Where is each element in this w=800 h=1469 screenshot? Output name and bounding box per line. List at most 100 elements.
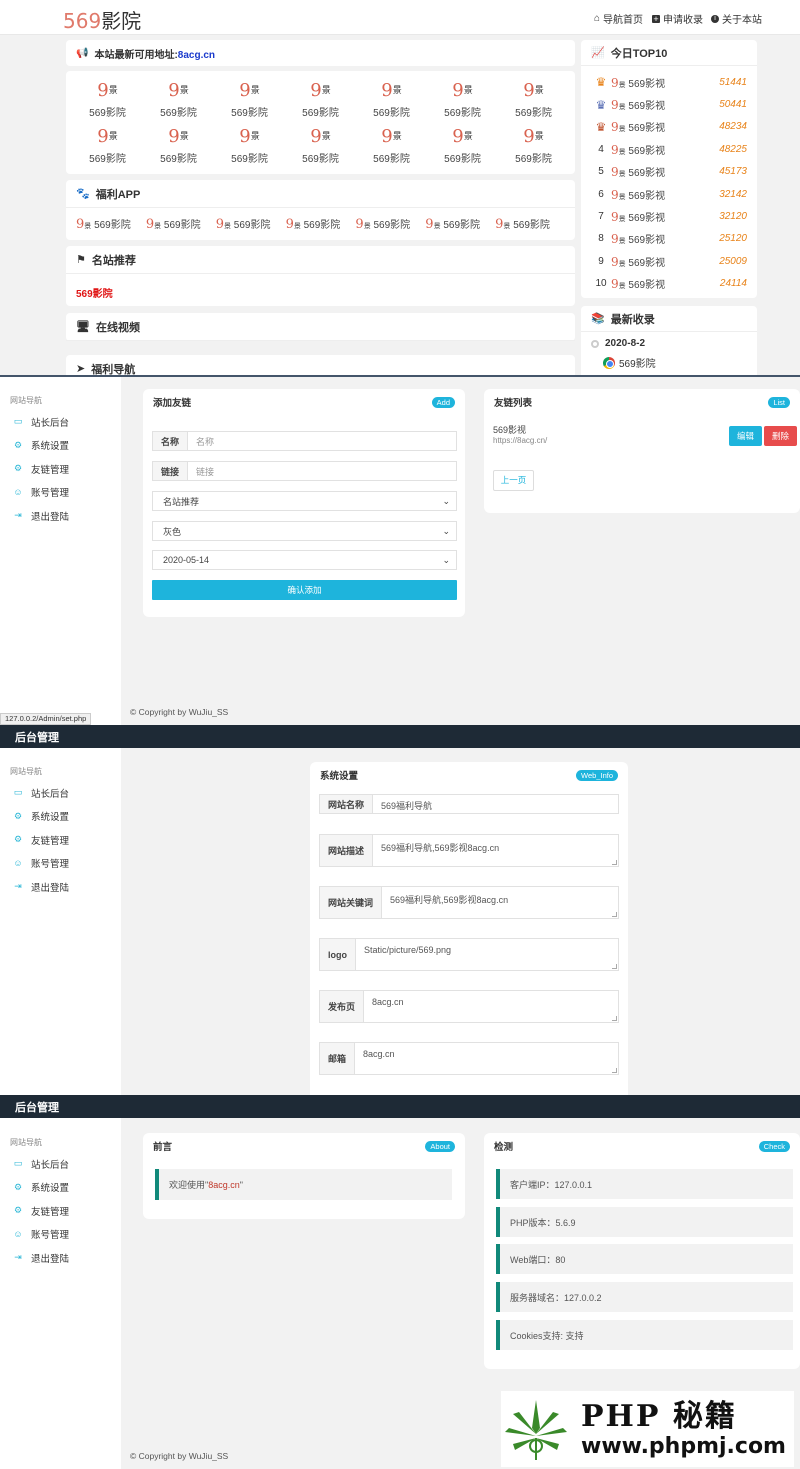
top10-row[interactable]: 7 9景 569影视 32120 bbox=[581, 205, 757, 227]
date-select[interactable]: 2020-05-14 ⌄ bbox=[152, 550, 457, 570]
top10-row[interactable]: 5 9景 569影视 45173 bbox=[581, 161, 757, 183]
logo-label: logo bbox=[320, 939, 356, 970]
top10-row[interactable]: 8 9景 569影视 25120 bbox=[581, 228, 757, 250]
logo-field[interactable]: logo Static/picture/569.png bbox=[319, 938, 619, 971]
site-grid-item[interactable]: 9景 569影院 bbox=[143, 81, 214, 127]
site-keywords-field[interactable]: 网站关键词 569福利导航,569影视8acg.cn bbox=[319, 886, 619, 919]
top10-row[interactable]: 6 9景 569影视 32142 bbox=[581, 183, 757, 205]
welfare-app-item[interactable]: 9景 569影院 bbox=[286, 216, 356, 232]
site-grid-item[interactable]: 9景 569影院 bbox=[72, 81, 143, 127]
resize-handle-icon[interactable] bbox=[612, 1016, 617, 1021]
welfare-app-item[interactable]: 9景 569影院 bbox=[495, 216, 565, 232]
latest-item[interactable]: 569影院 bbox=[581, 355, 757, 370]
sidebar-item-logout[interactable]: ⇥ 退出登陆 bbox=[0, 1246, 121, 1270]
famous-item[interactable]: 569影院 bbox=[66, 274, 575, 311]
welfare-app-item[interactable]: 9景 569影院 bbox=[355, 216, 425, 232]
user-icon: ☺ bbox=[13, 487, 23, 498]
top10-row[interactable]: ♛ 9景 569影视 51441 bbox=[581, 71, 757, 93]
top10-row[interactable]: ♛ 9景 569影视 48234 bbox=[581, 116, 757, 138]
prev-page-button[interactable]: 上一页 bbox=[493, 470, 534, 491]
name-input[interactable]: 名称 bbox=[188, 432, 222, 450]
email-textarea[interactable]: 8acg.cn bbox=[355, 1043, 618, 1074]
delete-button[interactable]: 删除 bbox=[764, 426, 797, 446]
confirm-add-button[interactable]: 确认添加 bbox=[152, 580, 457, 600]
nav-about-link[interactable]: i 关于本站 bbox=[711, 11, 762, 26]
site-desc-textarea[interactable]: 569福利导航,569影视8acg.cn bbox=[373, 835, 618, 866]
site-grid-item[interactable]: 9景 569影院 bbox=[427, 81, 498, 127]
sidebar-item-dashboard[interactable]: ▭ 站长后台 bbox=[0, 1152, 121, 1176]
nav-home-link[interactable]: ⌂ 导航首页 bbox=[594, 11, 643, 26]
sidebar-item-settings[interactable]: ⚙ 系统设置 bbox=[0, 434, 121, 458]
link-input[interactable]: 链接 bbox=[188, 462, 222, 480]
site-grid-item[interactable]: 9景 569影院 bbox=[143, 127, 214, 173]
site-grid-label: 569影院 bbox=[515, 108, 552, 119]
site-logo-icon: 9景 bbox=[168, 126, 189, 147]
welfare-app-item[interactable]: 9景 569影院 bbox=[425, 216, 495, 232]
publish-page-field[interactable]: 发布页 8acg.cn bbox=[319, 990, 619, 1023]
sidebar-item-label: 退出登陆 bbox=[31, 882, 70, 894]
sidebar-item-account[interactable]: ☺ 账号管理 bbox=[0, 481, 121, 505]
sidebar-item-logout[interactable]: ⇥ 退出登陆 bbox=[0, 875, 121, 899]
top10-header: 📈 今日TOP10 bbox=[581, 40, 757, 66]
sidebar-item-links[interactable]: ⚙ 友链管理 bbox=[0, 1199, 121, 1223]
sidebar-item-settings[interactable]: ⚙ 系统设置 bbox=[0, 805, 121, 829]
resize-handle-icon[interactable] bbox=[612, 964, 617, 969]
site-grid-item[interactable]: 9景 569影院 bbox=[214, 81, 285, 127]
top10-row[interactable]: ♛ 9景 569影视 50441 bbox=[581, 93, 757, 115]
sidebar-item-label: 站长后台 bbox=[31, 1159, 70, 1171]
resize-handle-icon[interactable] bbox=[612, 860, 617, 865]
resize-handle-icon[interactable] bbox=[612, 1068, 617, 1073]
welfare-app-item[interactable]: 9景 569影院 bbox=[216, 216, 286, 232]
site-logo[interactable]: 569影院 bbox=[63, 5, 141, 34]
sidebar-item-links[interactable]: ⚙ 友链管理 bbox=[0, 457, 121, 481]
site-grid-item[interactable]: 9景 569影院 bbox=[285, 81, 356, 127]
name-field[interactable]: 名称 名称 bbox=[152, 431, 457, 451]
resize-handle-icon[interactable] bbox=[612, 912, 617, 917]
logo-textarea[interactable]: Static/picture/569.png bbox=[356, 939, 618, 970]
client-ip-item: 客户端IP：127.0.0.1 bbox=[496, 1169, 793, 1199]
check-title: 检测 bbox=[494, 1142, 514, 1153]
edit-button[interactable]: 编辑 bbox=[729, 426, 762, 446]
site-grid-item[interactable]: 9景 569影院 bbox=[427, 127, 498, 173]
sidebar-item-account[interactable]: ☺ 账号管理 bbox=[0, 852, 121, 876]
welfare-app-item[interactable]: 9景 569影院 bbox=[76, 216, 146, 232]
notice-domain[interactable]: 8acg.cn bbox=[178, 50, 215, 61]
top10-row[interactable]: 9 9景 569影视 25009 bbox=[581, 250, 757, 272]
color-value: 灰色 bbox=[163, 526, 182, 537]
site-name-input[interactable]: 569福利导航 bbox=[373, 795, 618, 813]
site-keywords-textarea[interactable]: 569福利导航,569影视8acg.cn bbox=[382, 887, 618, 918]
site-grid-item[interactable]: 9景 569影院 bbox=[72, 127, 143, 173]
site-logo-char: 景 bbox=[618, 260, 626, 268]
publish-page-textarea[interactable]: 8acg.cn bbox=[364, 991, 618, 1022]
sidebar-item-logout[interactable]: ⇥ 退出登陆 bbox=[0, 504, 121, 528]
nav-apply-link[interactable]: + 申请收录 bbox=[652, 11, 703, 26]
site-desc-field[interactable]: 网站描述 569福利导航,569影视8acg.cn bbox=[319, 834, 619, 867]
site-grid-item[interactable]: 9景 569影院 bbox=[285, 127, 356, 173]
welfare-app-label: 569影院 bbox=[373, 220, 411, 231]
site-name-field[interactable]: 网站名称 569福利导航 bbox=[319, 794, 619, 814]
sidebar-item-dashboard[interactable]: ▭ 站长后台 bbox=[0, 410, 121, 434]
top10-row[interactable]: 4 9景 569影视 48225 bbox=[581, 138, 757, 160]
color-select[interactable]: 灰色 ⌄ bbox=[152, 521, 457, 541]
sidebar-item-links[interactable]: ⚙ 友链管理 bbox=[0, 828, 121, 852]
site-grid-item[interactable]: 9景 569影院 bbox=[498, 127, 569, 173]
sidebar-item-label: 系统设置 bbox=[31, 441, 70, 453]
site-logo-icon: 9景 bbox=[523, 126, 544, 147]
email-field[interactable]: 邮箱 8acg.cn bbox=[319, 1042, 619, 1075]
top10-name: 9景 569影视 bbox=[611, 142, 719, 157]
welfare-app-label: 569影院 bbox=[513, 220, 550, 231]
link-field[interactable]: 链接 链接 bbox=[152, 461, 457, 481]
category-select[interactable]: 名站推荐 ⌄ bbox=[152, 491, 457, 511]
site-grid-item[interactable]: 9景 569影院 bbox=[356, 81, 427, 127]
link-item-name: 569影视 bbox=[493, 425, 527, 435]
top10-row[interactable]: 10 9景 569影视 24114 bbox=[581, 273, 757, 295]
site-grid-item[interactable]: 9景 569影院 bbox=[356, 127, 427, 173]
site-grid-label: 569影院 bbox=[373, 108, 410, 119]
site-grid-item[interactable]: 9景 569影院 bbox=[214, 127, 285, 173]
sidebar-item-dashboard[interactable]: ▭ 站长后台 bbox=[0, 781, 121, 805]
sidebar-item-label: 系统设置 bbox=[31, 812, 70, 824]
sidebar-item-account[interactable]: ☺ 账号管理 bbox=[0, 1223, 121, 1247]
site-grid-item[interactable]: 9景 569影院 bbox=[498, 81, 569, 127]
sidebar-item-settings[interactable]: ⚙ 系统设置 bbox=[0, 1176, 121, 1200]
welfare-app-item[interactable]: 9景 569影院 bbox=[146, 216, 216, 232]
